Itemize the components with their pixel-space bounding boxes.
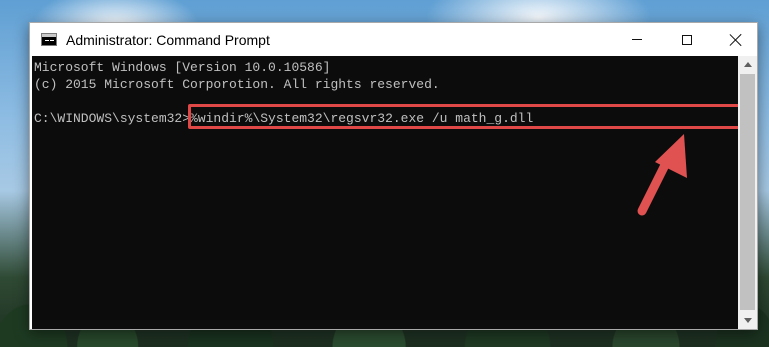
cmd-icon bbox=[41, 33, 57, 46]
title-bar[interactable]: Administrator: Command Prompt bbox=[30, 23, 757, 56]
close-icon bbox=[730, 34, 742, 46]
chevron-down-icon bbox=[743, 318, 752, 323]
maximize-button[interactable] bbox=[664, 23, 710, 56]
version-line: Microsoft Windows [Version 10.0.10586] bbox=[34, 60, 331, 75]
maximize-icon bbox=[682, 34, 692, 45]
close-button[interactable] bbox=[713, 23, 759, 56]
command-highlight-box bbox=[188, 104, 738, 129]
scroll-thumb[interactable] bbox=[740, 74, 755, 310]
vertical-scrollbar[interactable] bbox=[738, 56, 757, 329]
window-title: Administrator: Command Prompt bbox=[66, 32, 270, 48]
copyright-line: (c) 2015 Microsoft Corporotion. All righ… bbox=[34, 77, 440, 92]
command-prompt-window[interactable]: Administrator: Command Prompt Microsoft … bbox=[29, 22, 758, 330]
minimize-button[interactable] bbox=[614, 23, 660, 56]
prompt-text: C:\WINDOWS\system32> bbox=[34, 111, 191, 126]
chevron-up-icon bbox=[743, 62, 752, 67]
minimize-icon bbox=[632, 39, 642, 40]
scroll-down-button[interactable] bbox=[738, 312, 757, 329]
console-output[interactable]: Microsoft Windows [Version 10.0.10586] (… bbox=[32, 56, 738, 329]
scroll-up-button[interactable] bbox=[738, 56, 757, 73]
